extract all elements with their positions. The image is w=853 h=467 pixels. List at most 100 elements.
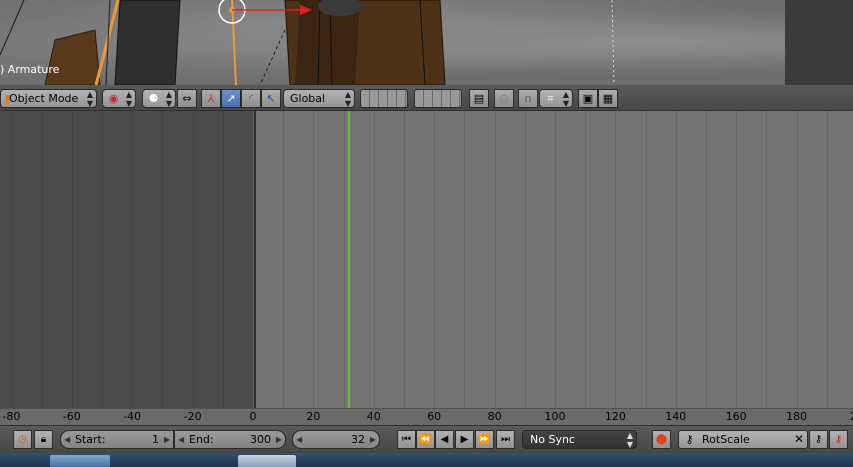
current-frame-field[interactable]: ◀ 32 ▶: [292, 430, 380, 449]
magnet-icon: ∩: [523, 92, 533, 105]
timeline-gridline: [827, 111, 828, 408]
play-button[interactable]: ▶: [455, 430, 474, 449]
play-reverse-button[interactable]: ◀: [435, 430, 454, 449]
timeline-gridline: [797, 111, 798, 408]
timeline-gridline: [646, 111, 647, 408]
scale-manipulator-button[interactable]: ↖: [261, 89, 281, 108]
axes-icon: ⅄: [207, 92, 215, 105]
previous-keyframe-icon: ⏪: [419, 434, 432, 445]
timeline-header: ◷ 🔒︎ ◀ Start: 1 ▶ ◀ End: 300 ▶ ◀ 32 ▶ ⏮ …: [0, 425, 853, 453]
end-value: 300: [250, 433, 271, 446]
timeline-gridline: [404, 111, 405, 408]
snap-element-selector[interactable]: ⌗ ▲ ▼: [539, 89, 573, 108]
timeline-gridline: [434, 111, 435, 408]
ruler-tick-label: 120: [604, 410, 626, 423]
timeline-gridline: [42, 111, 43, 408]
updown-arrows-icon: ▲ ▼: [344, 90, 351, 108]
timeline-gridline: [72, 111, 73, 408]
timeline-area[interactable]: [0, 111, 853, 408]
translate-manipulator-button[interactable]: ↗: [221, 89, 241, 108]
end-frame-field[interactable]: ◀ End: 300 ▶: [174, 430, 286, 449]
proportional-edit-icon: ◎: [499, 92, 509, 105]
manipulator-icon: ⇔: [182, 92, 192, 105]
frame-ruler[interactable]: -80-60-40-2002040608010012014016018020: [0, 408, 853, 425]
viewport-shading-selector[interactable]: ◉ ▲ ▼: [102, 89, 136, 108]
active-object-label: ) Armature: [0, 63, 60, 76]
timeline-gridline: [736, 111, 737, 408]
snap-toggle-button[interactable]: ∩: [518, 89, 538, 108]
preview-range-button[interactable]: ◷: [13, 430, 32, 449]
manipulator-toggle-button[interactable]: ⇔: [177, 89, 197, 108]
3d-view-header: ▮ Object Mode ▲ ▼ ◉ ▲ ▼ ⚈ ▲ ▼ ⇔ ⅄ ↗ ◜ ↖ Glo…: [0, 85, 853, 111]
increment-arrow-icon: ▶: [369, 435, 376, 444]
current-frame-value: 32: [351, 433, 365, 446]
render-animation-button[interactable]: ▦: [598, 89, 618, 108]
sync-mode-selector[interactable]: No Sync ▲ ▼: [522, 430, 637, 449]
updown-arrows-icon: ▲ ▼: [165, 90, 172, 108]
jump-start-icon: ⏮: [402, 434, 411, 445]
mode-selector[interactable]: ▮ Object Mode ▲ ▼: [0, 89, 97, 108]
rotate-manipulator-button[interactable]: ◜: [241, 89, 261, 108]
ruler-tick-label: -80: [2, 410, 21, 423]
proportional-edit-button[interactable]: ◎: [494, 89, 514, 108]
orientation-label: Global: [290, 92, 326, 105]
decrement-arrow-icon: ◀: [178, 435, 185, 444]
pivot-point-selector[interactable]: ⚈ ▲ ▼: [142, 89, 176, 108]
ruler-tick-label: 80: [487, 410, 502, 423]
transform-orientation-selector[interactable]: Global ▲ ▼: [283, 89, 355, 108]
jump-to-end-button[interactable]: ⏭: [496, 430, 515, 449]
timeline-gridline: [615, 111, 616, 408]
record-icon: ⬤: [655, 434, 668, 445]
start-label: Start:: [75, 433, 106, 446]
scene-layers-grid-1[interactable]: [360, 89, 408, 108]
viewport-scene: [0, 0, 615, 85]
timeline-out-of-range-region: [0, 111, 253, 408]
updown-arrows-icon: ▲ ▼: [125, 90, 132, 108]
timeline-gridline: [374, 111, 375, 408]
clapperboard-icon: ▦: [602, 92, 614, 105]
timeline-gridline: [193, 111, 194, 408]
jump-to-previous-keyframe-button[interactable]: ⏪: [416, 430, 435, 449]
play-reverse-icon: ◀: [440, 434, 449, 445]
timeline-gridline: [102, 111, 103, 408]
start-frame-field[interactable]: ◀ Start: 1 ▶: [60, 430, 174, 449]
arrow-icon: ↗: [226, 92, 236, 105]
timeline-gridline: [676, 111, 677, 408]
scene-layers-grid-2[interactable]: [414, 89, 462, 108]
layers-icon: ▤: [473, 92, 485, 105]
delete-key-icon: ⚷: [834, 434, 843, 445]
os-taskbar: [0, 453, 853, 467]
ruler-tick-label: 180: [786, 410, 808, 423]
auto-keying-record-button[interactable]: ⬤: [652, 430, 671, 449]
key-icon: ⚷: [685, 433, 694, 446]
timeline-gridline: [555, 111, 556, 408]
3d-viewport[interactable]: ) Armature: [0, 0, 853, 85]
lock-icon: 🔒︎: [40, 434, 47, 445]
keying-set-selector[interactable]: ⚷ RotScale ✕: [678, 430, 808, 449]
timeline-gridline: [313, 111, 314, 408]
taskbar-item[interactable]: [238, 455, 296, 467]
timeline-gridline: [525, 111, 526, 408]
delete-keyframe-button[interactable]: ⚷: [829, 430, 848, 449]
increment-arrow-icon: ▶: [163, 435, 170, 444]
jump-to-next-keyframe-button[interactable]: ⏩: [475, 430, 494, 449]
rotate-icon: ◜: [248, 92, 254, 105]
taskbar-item[interactable]: [50, 455, 110, 467]
current-frame-playhead[interactable]: [348, 111, 350, 408]
decrement-arrow-icon: ◀: [64, 435, 71, 444]
timeline-gridline: [495, 111, 496, 408]
lock-layers-button[interactable]: ▤: [469, 89, 489, 108]
timeline-gridline: [344, 111, 345, 408]
insert-keyframe-button[interactable]: ⚷: [809, 430, 828, 449]
updown-arrows-icon: ▲ ▼: [626, 431, 633, 449]
render-opengl-button[interactable]: ▣: [578, 89, 598, 108]
updown-arrows-icon: ▲ ▼: [562, 90, 569, 108]
clear-x-icon[interactable]: ✕: [794, 431, 804, 448]
lock-time-button[interactable]: 🔒︎: [34, 430, 53, 449]
jump-to-start-button[interactable]: ⏮: [397, 430, 416, 449]
timeline-gridline: [253, 111, 254, 408]
ruler-tick-label: 0: [249, 410, 257, 423]
start-value: 1: [152, 433, 159, 446]
mode-label: Object Mode: [9, 92, 79, 105]
manipulator-axes-button[interactable]: ⅄: [201, 89, 221, 108]
